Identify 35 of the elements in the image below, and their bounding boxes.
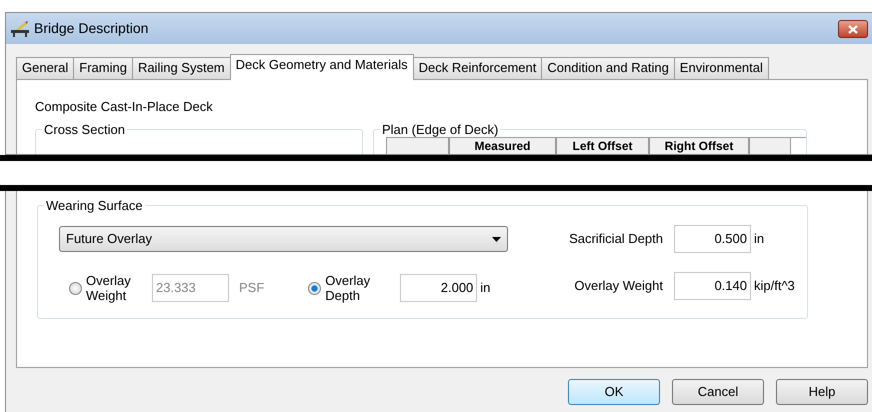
- dialog-button[interactable]: Help: [776, 379, 868, 405]
- unit-label: kip/ft^3: [754, 277, 795, 296]
- field-label: Sacrificial Depth: [568, 230, 663, 248]
- close-icon: [848, 24, 858, 34]
- tab[interactable]: Deck Reinforcement: [412, 57, 542, 79]
- dialog-button[interactable]: OK: [568, 379, 660, 405]
- input-field[interactable]: 0.500: [674, 225, 751, 253]
- tab[interactable]: Condition and Rating: [541, 57, 675, 79]
- dialog-button[interactable]: Cancel: [672, 379, 764, 405]
- field-label: Overlay Weight: [573, 277, 663, 296]
- tab[interactable]: General: [16, 57, 74, 79]
- radio-label: Overlay Weight: [86, 273, 132, 303]
- wearing-surface-dropdown[interactable]: Future Overlay: [59, 226, 508, 252]
- tab[interactable]: Railing System: [132, 57, 231, 79]
- tab[interactable]: Environmental: [674, 57, 769, 79]
- window-title: Bridge Description: [34, 19, 148, 38]
- group-title: Plan (Edge of Deck): [380, 122, 500, 136]
- radio-button[interactable]: [308, 282, 322, 294]
- radio-label: Overlay Depth: [325, 273, 372, 303]
- group-title: Wearing Surface: [44, 198, 145, 213]
- tab[interactable]: Deck Geometry and Materials: [230, 54, 414, 80]
- close-button[interactable]: [838, 20, 868, 38]
- column-header: Right Offset: [649, 138, 749, 154]
- group-title: Cross Section: [42, 122, 127, 136]
- dropdown-arrow-icon: [492, 236, 501, 242]
- unit-label: PSF: [239, 279, 264, 298]
- bridge-icon: [10, 20, 30, 36]
- unit-label: in: [480, 279, 490, 298]
- tab[interactable]: Framing: [73, 57, 133, 79]
- column-header: Measured: [449, 138, 556, 154]
- column-header: Left Offset: [556, 138, 649, 154]
- deck-type-label: Composite Cast-In-Place Deck: [35, 98, 213, 116]
- input-field[interactable]: 0.140: [674, 272, 751, 300]
- input-field[interactable]: 2.000: [400, 274, 478, 302]
- unit-label: in: [754, 230, 764, 248]
